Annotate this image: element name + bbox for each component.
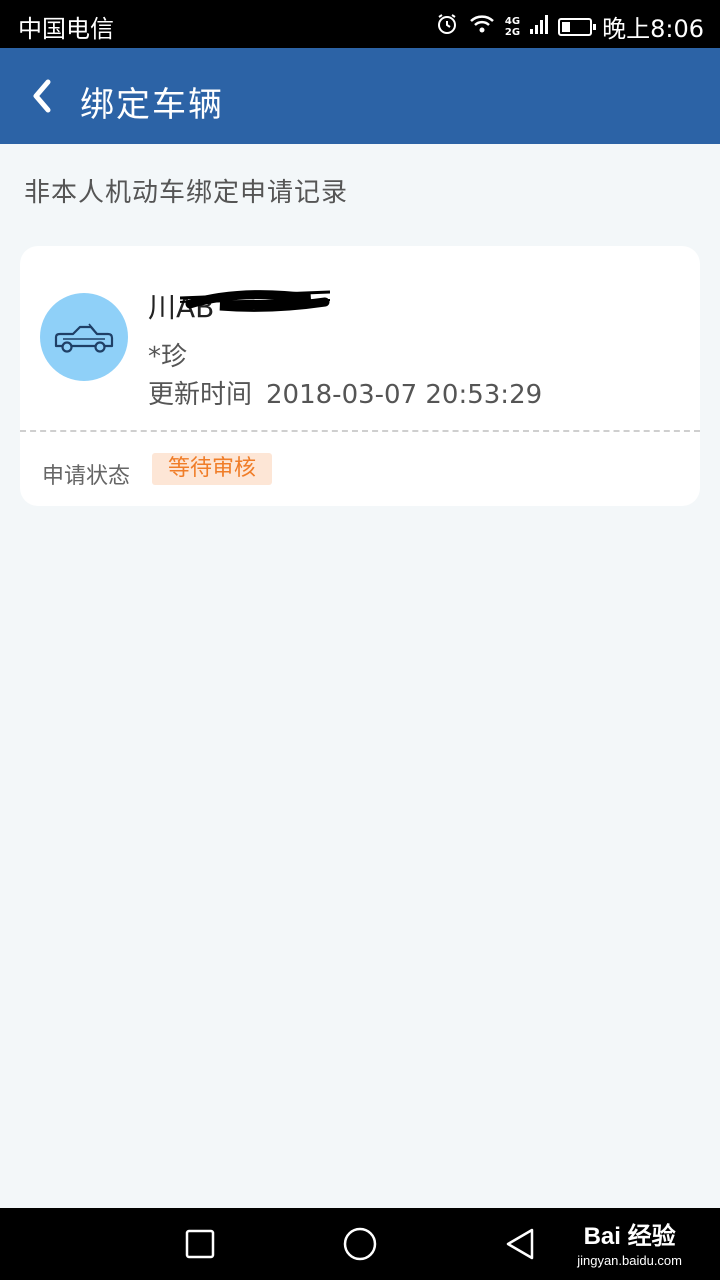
divider [20,430,700,432]
home-button[interactable] [342,1226,378,1262]
status-badge: 等待审核 [152,453,273,485]
battery-icon [558,17,597,36]
watermark-site: jingyan.baidu.com [577,1253,682,1268]
update-time-label: 更新时间 [148,380,253,410]
owner-name: *珍 [148,342,188,372]
page-title: 绑定车辆 [80,85,224,125]
back-icon [506,1228,534,1260]
clock: 晚上8:06 [602,15,704,43]
car-icon [40,293,128,381]
watermark-brand: Bai 经验 [583,1223,676,1250]
redaction-scribble [180,290,330,312]
alarm-icon [435,12,459,42]
back-button[interactable] [20,72,68,120]
chevron-left-icon [33,79,51,113]
recent-apps-icon [185,1229,215,1259]
update-time: 更新时间 2018-03-07 20:53:29 [148,374,542,411]
vehicle-record-card[interactable]: 川AB *珍 更新时间 2018-03-07 20:53:29 申请状态 等待审核 [20,246,700,506]
signal-icon [530,13,549,41]
status-icons: 4G 2G 晚上8:06 [435,9,704,44]
home-icon [343,1227,377,1261]
update-time-value: 2018-03-07 20:53:29 [266,380,543,410]
carrier-name: 中国电信 [18,15,114,43]
back-nav-button[interactable] [502,1226,538,1262]
baidu-watermark: Bai 经验 jingyan.baidu.com [577,1208,682,1268]
recent-apps-button[interactable] [182,1226,218,1262]
status-bar: 中国电信 4G 2G 晚上8:06 [0,0,720,48]
app-bar: 绑定车辆 [0,48,720,144]
section-title: 非本人机动车绑定申请记录 [24,178,349,208]
network-type: 4G 2G [504,15,521,38]
status-label: 申请状态 [42,464,131,489]
wifi-icon [469,13,495,41]
